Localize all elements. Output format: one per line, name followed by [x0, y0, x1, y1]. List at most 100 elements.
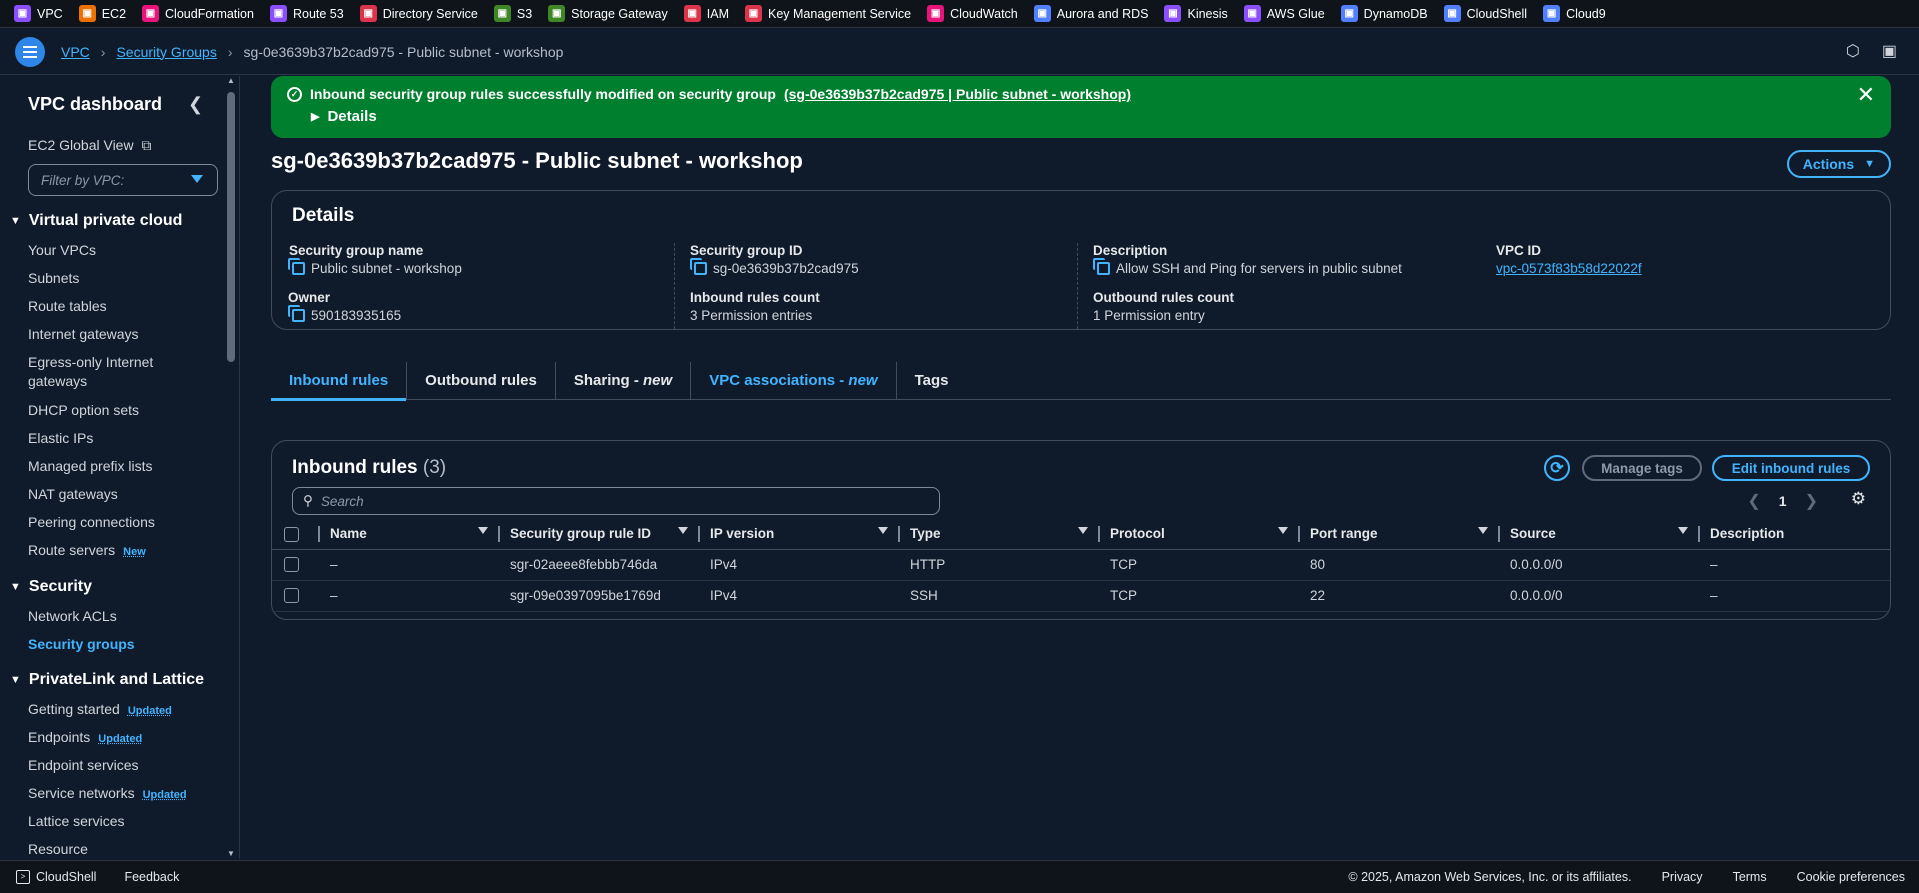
column-header-name[interactable]: Name: [320, 519, 500, 550]
sidebar-item-dhcp[interactable]: DHCP option sets: [28, 401, 139, 420]
favorite-ec2[interactable]: ▣ EC2: [78, 5, 126, 22]
sidebar-item-prefix-lists[interactable]: Managed prefix lists: [28, 457, 153, 476]
sidebar-item-elastic-ips[interactable]: Elastic IPs: [28, 429, 93, 448]
breadcrumb-security-groups[interactable]: Security Groups: [116, 44, 216, 60]
sidebar-item-getting-started[interactable]: Getting started Updated: [28, 700, 172, 721]
footer-cloudshell[interactable]: > CloudShell: [16, 870, 96, 884]
sort-icon[interactable]: [1678, 527, 1688, 534]
sidebar-section-vpc[interactable]: ▼ Virtual private cloud: [10, 212, 182, 230]
footer-privacy[interactable]: Privacy: [1662, 870, 1703, 884]
sort-icon[interactable]: [1078, 527, 1088, 534]
favorite-kms[interactable]: ▣ Key Management Service: [745, 5, 911, 22]
favorite-kinesis[interactable]: ▣ Kinesis: [1164, 5, 1228, 22]
favorite-cloud9[interactable]: ▣ Cloud9: [1543, 5, 1606, 22]
search-input[interactable]: ⚲ Search: [292, 487, 940, 515]
column-header-rule-id[interactable]: Security group rule ID: [500, 519, 700, 550]
table-row[interactable]: –sgr-0d625d9acbfd06692IPv4All ICMP - IPv…: [272, 611, 1890, 620]
actions-button[interactable]: Actions ▼: [1786, 150, 1891, 178]
scroll-down-icon[interactable]: ▼: [227, 849, 235, 858]
favorite-s3[interactable]: ▣ S3: [493, 5, 532, 22]
footer-terms[interactable]: Terms: [1733, 870, 1767, 884]
scroll-up-icon[interactable]: ▲: [227, 76, 235, 85]
hamburger-menu-icon[interactable]: [15, 36, 45, 67]
favorite-dynamodb[interactable]: ▣ DynamoDB: [1340, 5, 1428, 22]
sidebar-item-nat-gateways[interactable]: NAT gateways: [28, 485, 118, 504]
tab-tags[interactable]: Tags: [897, 362, 967, 400]
table-row[interactable]: – sgr-02aeee8febbb746da IPv4 HTTP TCP 80 0.0.0…: [272, 549, 1890, 581]
sidebar-item-service-networks[interactable]: Service networks Updated: [28, 784, 187, 805]
sidebar-item-lattice-services[interactable]: Lattice services: [28, 812, 124, 831]
sidebar-section-security[interactable]: ▼ Security: [10, 578, 92, 596]
sidebar-scrollbar[interactable]: ▲ ▼: [227, 76, 235, 858]
sidebar-item-internet-gateways[interactable]: Internet gateways: [28, 325, 139, 344]
column-header-protocol[interactable]: Protocol: [1100, 519, 1300, 550]
favorite-glue[interactable]: ▣ AWS Glue: [1243, 5, 1325, 22]
sidebar-item-peering[interactable]: Peering connections: [28, 513, 155, 532]
sidebar-item-security-groups[interactable]: Security groups: [28, 635, 135, 654]
filter-by-vpc-select[interactable]: Filter by VPC:: [28, 164, 218, 196]
sidebar-section-privatelink[interactable]: ▼ PrivateLink and Lattice: [10, 671, 204, 689]
footer-cookies[interactable]: Cookie preferences: [1797, 870, 1905, 884]
favorite-route53[interactable]: ▣ Route 53: [269, 5, 344, 22]
tab-outbound-rules[interactable]: Outbound rules: [407, 361, 556, 400]
close-icon[interactable]: ✕: [1857, 82, 1875, 108]
sidebar-item-subnets[interactable]: Subnets: [28, 269, 79, 288]
footer-feedback[interactable]: Feedback: [124, 870, 179, 884]
row-checkbox[interactable]: [284, 588, 299, 604]
tab-vpc-associations[interactable]: VPC associations - new: [691, 361, 897, 400]
vpc-id-link[interactable]: vpc-0573f83b58d22022f: [1496, 261, 1642, 276]
favorite-storage-gateway[interactable]: ▣ Storage Gateway: [548, 5, 668, 22]
tab-sharing[interactable]: Sharing - new: [556, 361, 692, 400]
sort-icon[interactable]: [1278, 527, 1288, 534]
sidebar-item-route-tables[interactable]: Route tables: [28, 297, 107, 316]
favorite-directory-service[interactable]: ▣ Directory Service: [359, 5, 478, 22]
sidebar-item-egress-only[interactable]: Egress-only Internet gateways: [28, 353, 153, 391]
chevron-left-icon[interactable]: ❮: [1747, 491, 1760, 511]
copy-icon[interactable]: [690, 258, 707, 275]
column-header-description[interactable]: Description: [1700, 519, 1890, 550]
favorite-cloudshell[interactable]: ▣ CloudShell: [1443, 5, 1527, 22]
favorite-cloudwatch[interactable]: ▣ CloudWatch: [927, 5, 1018, 22]
sidebar-item-endpoint-services[interactable]: Endpoint services: [28, 756, 139, 775]
copy-icon[interactable]: [288, 258, 305, 275]
favorite-vpc[interactable]: ▣ VPC: [14, 5, 63, 22]
sidebar-title[interactable]: VPC dashboard: [28, 94, 162, 115]
sidebar-item-ec2-global-view[interactable]: EC2 Global View ⧉: [28, 136, 151, 155]
collapse-sidebar-icon[interactable]: ❮: [188, 94, 203, 115]
table-row[interactable]: – sgr-09e0397095be1769d IPv4 SSH TCP 22 0.0.0.…: [272, 580, 1890, 612]
gear-icon[interactable]: ⚙: [1851, 489, 1866, 509]
favorite-rds[interactable]: ▣ Aurora and RDS: [1033, 5, 1148, 22]
breadcrumb-vpc[interactable]: VPC: [61, 44, 90, 60]
row-checkbox[interactable]: [284, 557, 299, 573]
tab-inbound-rules[interactable]: Inbound rules: [271, 361, 408, 401]
chevron-right-icon[interactable]: ❯: [1805, 491, 1818, 511]
settings-display-icon[interactable]: ▣: [1882, 41, 1897, 61]
page-number[interactable]: 1: [1779, 493, 1787, 509]
flash-details-toggle[interactable]: ▶ Details: [311, 108, 1875, 125]
column-header-port-range[interactable]: Port range: [1300, 519, 1500, 550]
copy-icon[interactable]: [288, 305, 305, 322]
edit-inbound-rules-button[interactable]: Edit inbound rules: [1712, 455, 1870, 481]
sort-icon[interactable]: [478, 527, 488, 534]
row-checkbox[interactable]: [284, 619, 299, 620]
column-header-type[interactable]: Type: [900, 519, 1100, 550]
scrollbar-thumb[interactable]: [227, 92, 235, 362]
manage-tags-button[interactable]: Manage tags: [1582, 455, 1702, 481]
sort-icon[interactable]: [678, 527, 688, 534]
sort-icon[interactable]: [1478, 527, 1488, 534]
notifications-icon[interactable]: ⬡: [1846, 41, 1860, 61]
flash-sg-link[interactable]: (sg-0e3639b37b2cad975 | Public subnet - …: [784, 86, 1131, 102]
column-header-ip-version[interactable]: IP version: [700, 519, 900, 550]
select-all-checkbox[interactable]: [284, 526, 299, 542]
copy-icon[interactable]: [1093, 258, 1110, 275]
favorite-cloudformation[interactable]: ▣ CloudFormation: [142, 5, 254, 22]
column-header-source[interactable]: Source: [1500, 519, 1700, 550]
refresh-icon[interactable]: ⟳: [1544, 455, 1570, 481]
sidebar-item-resource[interactable]: Resource: [28, 840, 88, 859]
sidebar-item-route-servers[interactable]: Route servers New: [28, 541, 146, 562]
sort-icon[interactable]: [878, 527, 888, 534]
favorite-iam[interactable]: ▣ IAM: [683, 5, 729, 22]
sidebar-item-endpoints[interactable]: Endpoints Updated: [28, 728, 142, 749]
sidebar-item-network-acls[interactable]: Network ACLs: [28, 607, 117, 626]
sidebar-item-your-vpcs[interactable]: Your VPCs: [28, 241, 96, 260]
